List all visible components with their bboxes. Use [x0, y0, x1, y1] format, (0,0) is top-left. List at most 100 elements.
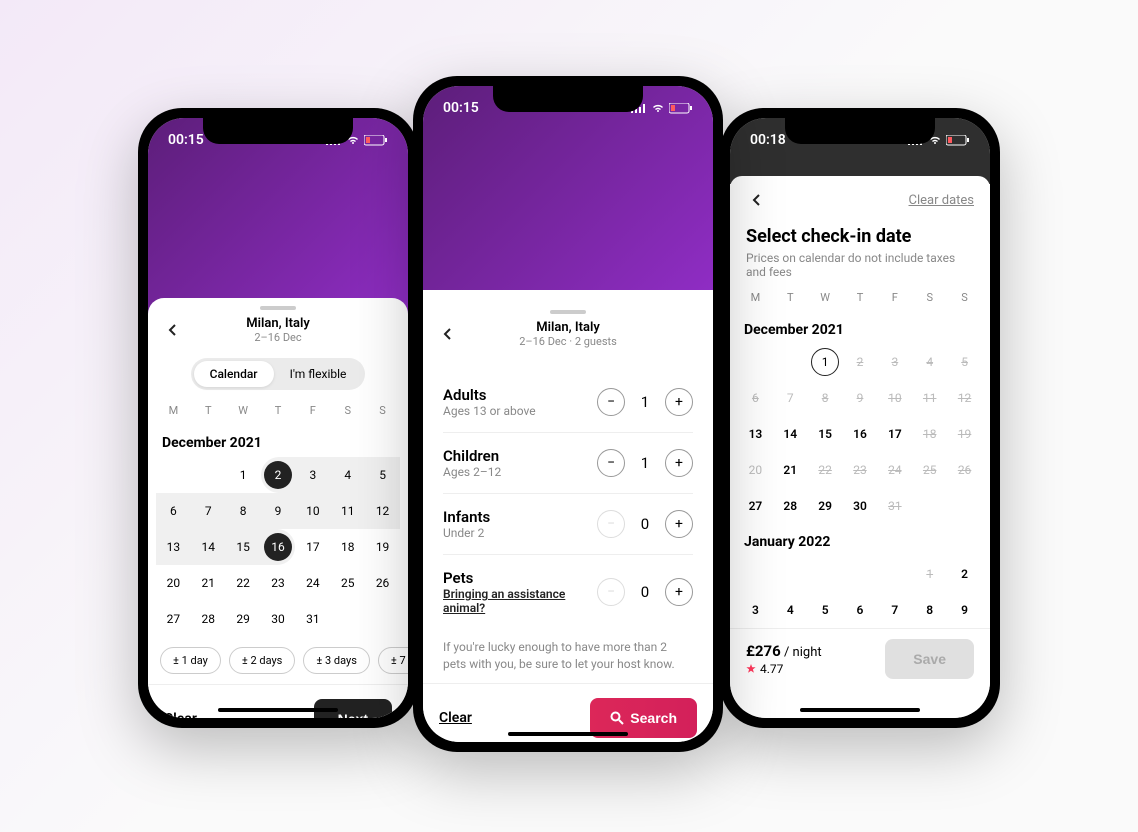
weekday: S [330, 404, 365, 417]
calendar-day[interactable]: 13 [156, 529, 191, 565]
weekday: F [877, 291, 912, 304]
back-button[interactable] [162, 318, 186, 342]
calendar-day[interactable]: 15 [808, 416, 843, 452]
calendar-day[interactable]: 28 [773, 488, 808, 524]
weekday: F [295, 404, 330, 417]
weekday: S [912, 291, 947, 304]
wifi-icon [651, 103, 665, 113]
close-button[interactable] [746, 188, 770, 212]
guest-count: 1 [639, 393, 651, 411]
increment-button[interactable]: + [665, 510, 693, 538]
calendar-day: 11 [912, 380, 947, 416]
status-time: 00:15 [168, 132, 204, 148]
guest-row: InfantsUnder 2−0+ [443, 494, 693, 555]
calendar-day[interactable]: 20 [156, 565, 191, 601]
increment-button[interactable]: + [665, 578, 693, 606]
checkin-sheet: Clear dates Select check-in date Prices … [730, 176, 990, 718]
calendar-day[interactable]: 17 [877, 416, 912, 452]
calendar-day[interactable]: 26 [365, 565, 400, 601]
calendar-day[interactable]: 29 [226, 601, 261, 637]
calendar-day[interactable]: 27 [738, 488, 773, 524]
calendar-day[interactable]: 21 [773, 452, 808, 488]
calendar-day[interactable]: 30 [261, 601, 296, 637]
battery-icon [669, 103, 693, 114]
calendar-day[interactable]: 16 [261, 529, 296, 565]
calendar-day[interactable]: 25 [330, 565, 365, 601]
notch [785, 118, 935, 144]
guest-sub[interactable]: Bringing an assistance animal? [443, 587, 597, 615]
calendar-day[interactable]: 3 [295, 457, 330, 493]
calendar-day[interactable]: 2 [947, 556, 982, 592]
flex-chip[interactable]: ± 2 days [229, 647, 296, 674]
calendar-day[interactable]: 16 [843, 416, 878, 452]
calendar-day[interactable]: 1 [226, 457, 261, 493]
increment-button[interactable]: + [665, 449, 693, 477]
date-sheet: Milan, Italy 2–16 Dec Calendar I'm flexi… [148, 298, 408, 718]
calendar-day[interactable]: 4 [330, 457, 365, 493]
guest-sub: Ages 13 or above [443, 404, 536, 418]
calendar-day[interactable]: 23 [261, 565, 296, 601]
calendar-day[interactable]: 11 [330, 493, 365, 529]
decrement-button[interactable]: − [597, 449, 625, 477]
battery-icon [946, 135, 970, 146]
month-label-jan: January 2022 [730, 524, 990, 556]
home-indicator[interactable] [218, 708, 338, 712]
flex-chip[interactable]: ± 3 days [303, 647, 370, 674]
calendar-day[interactable]: 8 [226, 493, 261, 529]
calendar-grid-jan: 123456789 [730, 556, 990, 628]
calendar-day[interactable]: 12 [365, 493, 400, 529]
clear-dates-link[interactable]: Clear dates [909, 193, 974, 208]
calendar-day[interactable]: 28 [191, 601, 226, 637]
tab-flexible[interactable]: I'm flexible [274, 361, 363, 387]
battery-icon [364, 135, 388, 146]
calendar-day[interactable]: 5 [365, 457, 400, 493]
price: £276 [746, 642, 781, 660]
pets-note: If you're lucky enough to have more than… [423, 629, 713, 683]
calendar-day[interactable]: 5 [808, 592, 843, 628]
home-indicator[interactable] [508, 732, 628, 736]
calendar-day[interactable]: 31 [295, 601, 330, 637]
calendar-day[interactable]: 7 [191, 493, 226, 529]
calendar-day[interactable]: 14 [191, 529, 226, 565]
home-indicator[interactable] [800, 708, 920, 712]
calendar-day[interactable]: 3 [738, 592, 773, 628]
calendar-day[interactable]: 27 [156, 601, 191, 637]
phone-who: 00:15 Who's coming? Milan, Italy 2–16 De… [413, 76, 723, 752]
calendar-day[interactable]: 7 [877, 592, 912, 628]
date-mode-toggle: Calendar I'm flexible [191, 358, 366, 390]
calendar-day[interactable]: 6 [843, 592, 878, 628]
sheet-handle[interactable] [550, 310, 586, 314]
calendar-day[interactable]: 29 [808, 488, 843, 524]
calendar-day[interactable]: 30 [843, 488, 878, 524]
calendar-day[interactable]: 1 [808, 344, 843, 380]
calendar-day[interactable]: 21 [191, 565, 226, 601]
calendar-day[interactable]: 9 [947, 592, 982, 628]
weekday: T [843, 291, 878, 304]
tab-calendar[interactable]: Calendar [194, 361, 274, 387]
calendar-day[interactable]: 14 [773, 416, 808, 452]
clear-link[interactable]: Clear [164, 711, 197, 718]
calendar-day[interactable]: 24 [295, 565, 330, 601]
sheet-handle[interactable] [260, 306, 296, 310]
save-button[interactable]: Save [885, 639, 974, 679]
back-button[interactable] [437, 322, 461, 346]
calendar-day: 31 [877, 488, 912, 524]
calendar-day[interactable]: 22 [226, 565, 261, 601]
status-time: 00:15 [443, 100, 479, 116]
decrement-button[interactable]: − [597, 388, 625, 416]
calendar-day[interactable]: 6 [156, 493, 191, 529]
calendar-day[interactable]: 17 [295, 529, 330, 565]
calendar-day[interactable]: 2 [261, 457, 296, 493]
flex-chip[interactable]: ± 7 d [378, 647, 408, 674]
calendar-day[interactable]: 4 [773, 592, 808, 628]
calendar-day[interactable]: 10 [295, 493, 330, 529]
clear-link[interactable]: Clear [439, 710, 472, 726]
flex-chip[interactable]: ± 1 day [160, 647, 221, 674]
calendar-day[interactable]: 15 [226, 529, 261, 565]
increment-button[interactable]: + [665, 388, 693, 416]
calendar-day[interactable]: 18 [330, 529, 365, 565]
calendar-day[interactable]: 13 [738, 416, 773, 452]
calendar-day[interactable]: 19 [365, 529, 400, 565]
calendar-day[interactable]: 8 [912, 592, 947, 628]
calendar-day[interactable]: 9 [261, 493, 296, 529]
